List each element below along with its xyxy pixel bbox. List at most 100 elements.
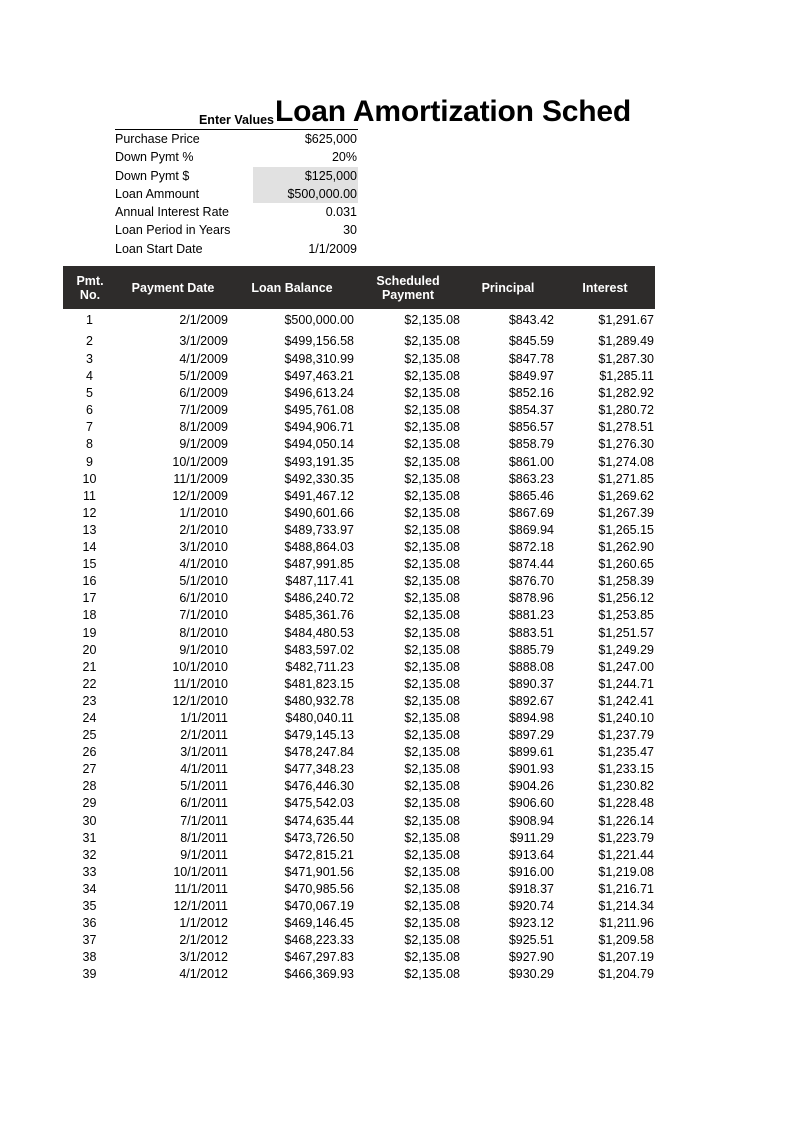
cell-principal: $904.26 <box>461 778 555 796</box>
cell-loan-balance: $495,761.08 <box>229 402 355 420</box>
cell-pmt-no: 14 <box>63 539 117 557</box>
cell-payment-date: 8/1/2010 <box>117 624 229 642</box>
cell-interest: $1,291.67 <box>555 309 655 331</box>
table-row: 21 10/1/2010 $482,711.23 $2,135.08 $888.08 $1… <box>63 658 655 676</box>
cell-payment-date: 8/1/2011 <box>117 829 229 847</box>
cell-interest: $1,244.71 <box>555 675 655 693</box>
cell-payment-date: 10/1/2009 <box>117 453 229 471</box>
cell-loan-balance: $473,726.50 <box>229 829 355 847</box>
column-header-principal[interactable]: Principal <box>461 266 555 309</box>
cell-payment-date: 5/1/2009 <box>117 368 229 386</box>
cell-scheduled-payment: $2,135.08 <box>355 487 461 505</box>
cell-principal: $894.98 <box>461 709 555 728</box>
cell-pmt-no: 15 <box>63 556 117 574</box>
table-row: 38 3/1/2012 $467,297.83 $2,135.08 $927.90 $1,… <box>63 949 655 967</box>
table-row: 15 4/1/2010 $487,991.85 $2,135.08 $874.44 $1,… <box>63 556 655 574</box>
cell-payment-date: 11/1/2009 <box>117 470 229 488</box>
cell-scheduled-payment: $2,135.08 <box>355 727 461 745</box>
cell-interest: $1,240.10 <box>555 709 655 728</box>
table-row: 35 12/1/2011 $470,067.19 $2,135.08 $920.74 $1… <box>63 898 655 916</box>
input-label: Loan Period in Years <box>115 223 231 238</box>
cell-payment-date: 1/1/2011 <box>117 709 229 728</box>
cell-scheduled-payment: $2,135.08 <box>355 331 461 351</box>
table-row: 14 3/1/2010 $488,864.03 $2,135.08 $872.18 $1,… <box>63 539 655 557</box>
column-header-payment-date[interactable]: Payment Date <box>117 266 229 309</box>
cell-scheduled-payment: $2,135.08 <box>355 436 461 454</box>
cell-payment-date: 11/1/2011 <box>117 880 229 898</box>
cell-pmt-no: 20 <box>63 641 117 659</box>
cell-scheduled-payment: $2,135.08 <box>355 761 461 779</box>
cell-pmt-no: 2 <box>63 331 117 351</box>
cell-interest: $1,278.51 <box>555 419 655 437</box>
cell-interest: $1,247.00 <box>555 658 655 676</box>
cell-pmt-no: 36 <box>63 915 117 933</box>
cell-interest: $1,258.39 <box>555 573 655 591</box>
table-row: 23 12/1/2010 $480,932.78 $2,135.08 $892.67 $1… <box>63 692 655 710</box>
input-value[interactable]: $125,000 <box>253 166 358 185</box>
cell-scheduled-payment: $2,135.08 <box>355 590 461 608</box>
input-label: Loan Ammount <box>115 186 200 201</box>
input-value[interactable]: $625,000 <box>253 130 358 148</box>
column-header-loan-balance[interactable]: Loan Balance <box>229 266 355 309</box>
cell-principal: $874.44 <box>461 556 555 574</box>
cell-loan-balance: $472,815.21 <box>229 846 355 864</box>
column-header-interest[interactable]: Interest <box>555 266 655 309</box>
cell-loan-balance: $480,040.11 <box>229 709 355 728</box>
input-value[interactable]: 20% <box>253 148 358 166</box>
cell-loan-balance: $498,310.99 <box>229 351 355 369</box>
column-header-pmt-no[interactable]: Pmt. No. <box>63 266 117 309</box>
cell-principal: $852.16 <box>461 385 555 403</box>
cell-payment-date: 4/1/2011 <box>117 761 229 779</box>
cell-scheduled-payment: $2,135.08 <box>355 641 461 659</box>
cell-payment-date: 6/1/2011 <box>117 795 229 813</box>
cell-pmt-no: 13 <box>63 521 117 540</box>
cell-interest: $1,269.62 <box>555 487 655 505</box>
input-value[interactable]: 30 <box>253 221 358 239</box>
input-label: Down Pymt $ <box>115 168 190 183</box>
cell-loan-balance: $493,191.35 <box>229 453 355 471</box>
cell-interest: $1,221.44 <box>555 846 655 864</box>
column-header-scheduled-payment[interactable]: Scheduled Payment <box>355 266 461 309</box>
cell-loan-balance: $469,146.45 <box>229 915 355 933</box>
cell-pmt-no: 26 <box>63 744 117 762</box>
input-row: Purchase Price $625,000 <box>115 130 358 148</box>
cell-pmt-no: 25 <box>63 727 117 745</box>
cell-interest: $1,280.72 <box>555 402 655 420</box>
cell-scheduled-payment: $2,135.08 <box>355 453 461 471</box>
input-row: Annual Interest Rate 0.031 <box>115 203 358 221</box>
cell-principal: $872.18 <box>461 539 555 557</box>
cell-interest: $1,256.12 <box>555 590 655 608</box>
cell-loan-balance: $474,635.44 <box>229 812 355 830</box>
cell-loan-balance: $479,145.13 <box>229 727 355 745</box>
cell-payment-date: 7/1/2009 <box>117 402 229 420</box>
cell-interest: $1,219.08 <box>555 863 655 881</box>
schedule-header: Pmt. No. Payment Date Loan Balance Schedu… <box>63 266 655 309</box>
cell-payment-date: 11/1/2010 <box>117 675 229 693</box>
cell-principal: $899.61 <box>461 744 555 762</box>
cell-loan-balance: $467,297.83 <box>229 949 355 967</box>
cell-payment-date: 1/1/2012 <box>117 915 229 933</box>
cell-principal: $901.93 <box>461 761 555 779</box>
table-row: 19 8/1/2010 $484,480.53 $2,135.08 $883.51 $1,… <box>63 624 655 642</box>
cell-interest: $1,267.39 <box>555 504 655 522</box>
cell-payment-date: 3/1/2011 <box>117 744 229 762</box>
cell-loan-balance: $497,463.21 <box>229 368 355 386</box>
cell-principal: $888.08 <box>461 658 555 676</box>
cell-principal: $878.96 <box>461 590 555 608</box>
input-value[interactable]: $500,000.00 <box>253 184 358 204</box>
cell-loan-balance: $483,597.02 <box>229 641 355 659</box>
cell-principal: $906.60 <box>461 795 555 813</box>
table-row: 33 10/1/2011 $471,901.56 $2,135.08 $916.00 $1… <box>63 863 655 881</box>
cell-interest: $1,204.79 <box>555 966 655 984</box>
table-row: 3 4/1/2009 $498,310.99 $2,135.08 $847.78 $1,2… <box>63 351 655 369</box>
cell-principal: $881.23 <box>461 607 555 625</box>
table-row: 34 11/1/2011 $470,985.56 $2,135.08 $918.37 $1… <box>63 880 655 898</box>
cell-scheduled-payment: $2,135.08 <box>355 385 461 403</box>
table-row: 36 1/1/2012 $469,146.45 $2,135.08 $923.12 $1,… <box>63 915 655 933</box>
cell-interest: $1,233.15 <box>555 761 655 779</box>
input-value[interactable]: 1/1/2009 <box>253 240 358 258</box>
cell-scheduled-payment: $2,135.08 <box>355 915 461 933</box>
input-row: Loan Period in Years 30 <box>115 221 358 239</box>
input-value[interactable]: 0.031 <box>253 203 358 221</box>
cell-principal: $927.90 <box>461 949 555 967</box>
